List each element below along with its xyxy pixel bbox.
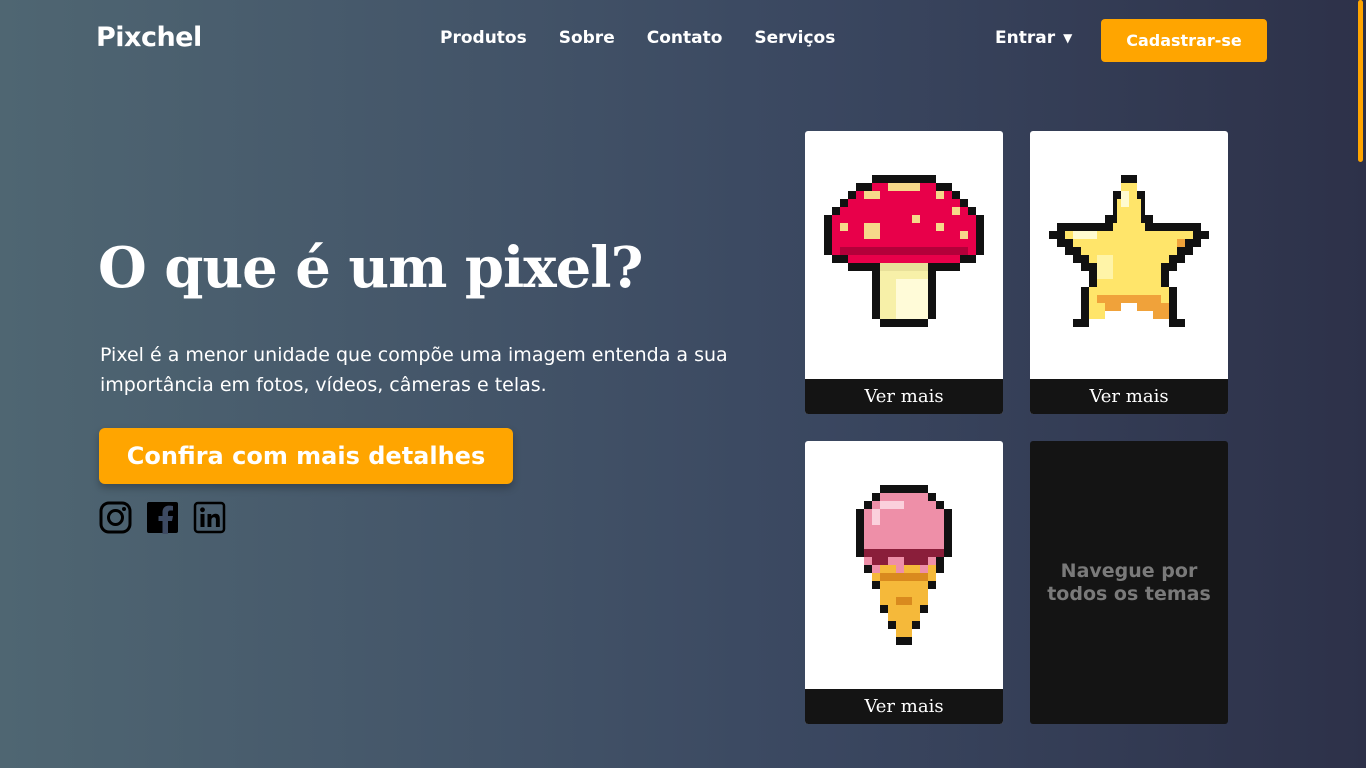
social-links (99, 501, 226, 534)
nav-item-servicos[interactable]: Serviços (754, 28, 835, 48)
linkedin-icon[interactable] (193, 501, 226, 534)
card-ice-cream[interactable]: Ver mais (805, 441, 1003, 724)
facebook-icon[interactable] (146, 501, 179, 534)
ice-cream-image (805, 441, 1003, 689)
login-label: Entrar (995, 28, 1056, 48)
scrollbar[interactable] (1356, 0, 1366, 768)
logo[interactable]: Pixchel (96, 22, 202, 53)
browse-themes-label: Navegue por todos os temas (1047, 559, 1211, 605)
nav-item-contato[interactable]: Contato (647, 28, 723, 48)
card-star[interactable]: Ver mais (1030, 131, 1228, 414)
instagram-icon[interactable] (99, 501, 132, 534)
signup-button[interactable]: Cadastrar-se (1101, 19, 1267, 62)
browse-themes-card[interactable]: Navegue por todos os temas (1030, 441, 1228, 724)
scrollbar-thumb[interactable] (1358, 0, 1363, 162)
mushroom-image (805, 131, 1003, 379)
card-more-button[interactable]: Ver mais (805, 689, 1003, 724)
chevron-down-icon: ▼ (1063, 31, 1073, 45)
nav-item-produtos[interactable]: Produtos (440, 28, 527, 48)
hero-title: O que é um pixel? (98, 235, 643, 301)
main-nav: Produtos Sobre Contato Serviços (440, 28, 867, 48)
hero-description: Pixel é a menor unidade que compõe uma i… (100, 344, 728, 396)
card-mushroom[interactable]: Ver mais (805, 131, 1003, 414)
card-more-button[interactable]: Ver mais (1030, 379, 1228, 414)
login-dropdown[interactable]: Entrar ▼ (995, 28, 1072, 48)
star-image (1030, 131, 1228, 379)
card-more-button[interactable]: Ver mais (805, 379, 1003, 414)
cta-button[interactable]: Confira com mais detalhes (99, 428, 513, 484)
nav-item-sobre[interactable]: Sobre (559, 28, 615, 48)
